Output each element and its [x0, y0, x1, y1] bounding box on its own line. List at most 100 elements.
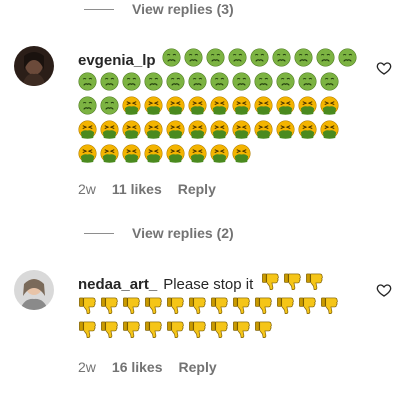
sick-emoji-icon — [166, 72, 185, 96]
sick-emoji-icon — [100, 72, 119, 96]
comment-meta: 2w 11 likes Reply — [78, 181, 216, 197]
thumbs-down-emoji-icon — [210, 296, 229, 320]
vomit-emoji-icon — [78, 144, 97, 168]
thumbs-down-emoji-icon — [254, 320, 273, 344]
thumbs-down-emoji-icon — [276, 296, 295, 320]
thumbs-down-emoji-icon — [188, 320, 207, 344]
emoji-line — [78, 320, 358, 344]
vomit-emoji-icon — [254, 120, 273, 144]
thumbs-down-emoji-icon — [232, 320, 251, 344]
sick-emoji-icon — [188, 72, 207, 96]
vomit-emoji-icon — [298, 96, 317, 120]
vomit-emoji-icon — [144, 120, 163, 144]
sick-emoji-icon — [206, 48, 225, 72]
thumbs-down-emoji-icon — [298, 296, 317, 320]
vomit-emoji-icon — [122, 96, 141, 120]
comment-time[interactable]: 2w — [78, 181, 96, 197]
thumbs-down-emoji-icon — [188, 296, 207, 320]
sick-emoji-icon — [250, 48, 269, 72]
thumbs-down-emoji-icon — [232, 296, 251, 320]
vomit-emoji-icon — [144, 96, 163, 120]
vomit-emoji-icon — [232, 120, 251, 144]
thumbs-down-emoji-icon — [122, 320, 141, 344]
comment-body: evgenia_lp — [78, 48, 358, 168]
comment-username[interactable]: nedaa_art_ — [78, 276, 157, 293]
avatar[interactable] — [14, 270, 54, 310]
thumbs-down-emoji-icon — [261, 272, 280, 296]
emoji-line — [78, 296, 358, 320]
sick-emoji-icon — [338, 48, 357, 72]
emoji-line — [78, 120, 358, 144]
like-heart-icon[interactable] — [376, 282, 392, 298]
thumbs-down-emoji-icon — [210, 320, 229, 344]
thumbs-down-emoji-icon — [100, 320, 119, 344]
sick-emoji-icon — [100, 96, 119, 120]
vomit-emoji-icon — [320, 96, 339, 120]
emoji-line — [78, 96, 358, 120]
like-heart-icon[interactable] — [376, 60, 392, 76]
thumbs-down-emoji-icon — [320, 296, 339, 320]
sick-emoji-icon — [254, 72, 273, 96]
vomit-emoji-icon — [144, 144, 163, 168]
vomit-emoji-icon — [188, 144, 207, 168]
reply-button[interactable]: Reply — [178, 181, 216, 197]
comment-body: nedaa_art_ Please stop it — [78, 272, 358, 344]
sick-emoji-icon — [272, 48, 291, 72]
emoji-line — [78, 72, 358, 96]
vomit-emoji-icon — [100, 144, 119, 168]
vomit-emoji-icon — [232, 144, 251, 168]
sick-emoji-icon — [294, 48, 313, 72]
view-replies-label: View replies (2) — [132, 225, 234, 241]
vomit-emoji-icon — [210, 120, 229, 144]
sick-emoji-icon — [184, 48, 203, 72]
comment-text: Please stop it — [163, 275, 254, 293]
view-replies-button[interactable]: View replies (3) — [84, 1, 234, 17]
thumbs-down-emoji-icon — [144, 320, 163, 344]
sick-emoji-icon — [320, 72, 339, 96]
sick-emoji-icon — [162, 48, 181, 72]
comment-meta: 2w 16 likes Reply — [78, 359, 217, 375]
vomit-emoji-icon — [188, 120, 207, 144]
sick-emoji-icon — [298, 72, 317, 96]
vomit-emoji-icon — [276, 120, 295, 144]
thumbs-down-emoji-icon — [166, 320, 185, 344]
vomit-emoji-icon — [276, 96, 295, 120]
vomit-emoji-icon — [166, 96, 185, 120]
thumbs-down-emoji-icon — [122, 296, 141, 320]
sick-emoji-icon — [78, 96, 97, 120]
vomit-emoji-icon — [166, 144, 185, 168]
avatar[interactable] — [14, 46, 54, 86]
vomit-emoji-icon — [232, 96, 251, 120]
thumbs-down-emoji-icon — [283, 272, 302, 296]
vomit-emoji-icon — [320, 120, 339, 144]
emoji-line — [78, 144, 358, 168]
sick-emoji-icon — [144, 72, 163, 96]
vomit-emoji-icon — [122, 144, 141, 168]
sick-emoji-icon — [122, 72, 141, 96]
likes-count[interactable]: 16 likes — [112, 359, 163, 375]
thumbs-down-emoji-icon — [144, 296, 163, 320]
sick-emoji-icon — [316, 48, 335, 72]
sick-emoji-icon — [232, 72, 251, 96]
replies-divider — [84, 8, 114, 10]
vomit-emoji-icon — [100, 120, 119, 144]
vomit-emoji-icon — [166, 120, 185, 144]
likes-count[interactable]: 11 likes — [112, 181, 162, 197]
vomit-emoji-icon — [122, 120, 141, 144]
comment-username[interactable]: evgenia_lp — [78, 52, 156, 69]
thumbs-down-emoji-icon — [254, 296, 273, 320]
view-replies-button[interactable]: View replies (2) — [84, 225, 234, 241]
vomit-emoji-icon — [210, 144, 229, 168]
sick-emoji-icon — [276, 72, 295, 96]
thumbs-down-emoji-icon — [166, 296, 185, 320]
sick-emoji-icon — [210, 72, 229, 96]
thumbs-down-emoji-icon — [305, 272, 324, 296]
thumbs-down-emoji-icon — [78, 320, 97, 344]
sick-emoji-icon — [228, 48, 247, 72]
view-replies-label: View replies (3) — [132, 1, 234, 17]
comment-time[interactable]: 2w — [78, 359, 96, 375]
vomit-emoji-icon — [298, 120, 317, 144]
replies-divider — [84, 232, 114, 234]
reply-button[interactable]: Reply — [179, 359, 217, 375]
vomit-emoji-icon — [78, 120, 97, 144]
